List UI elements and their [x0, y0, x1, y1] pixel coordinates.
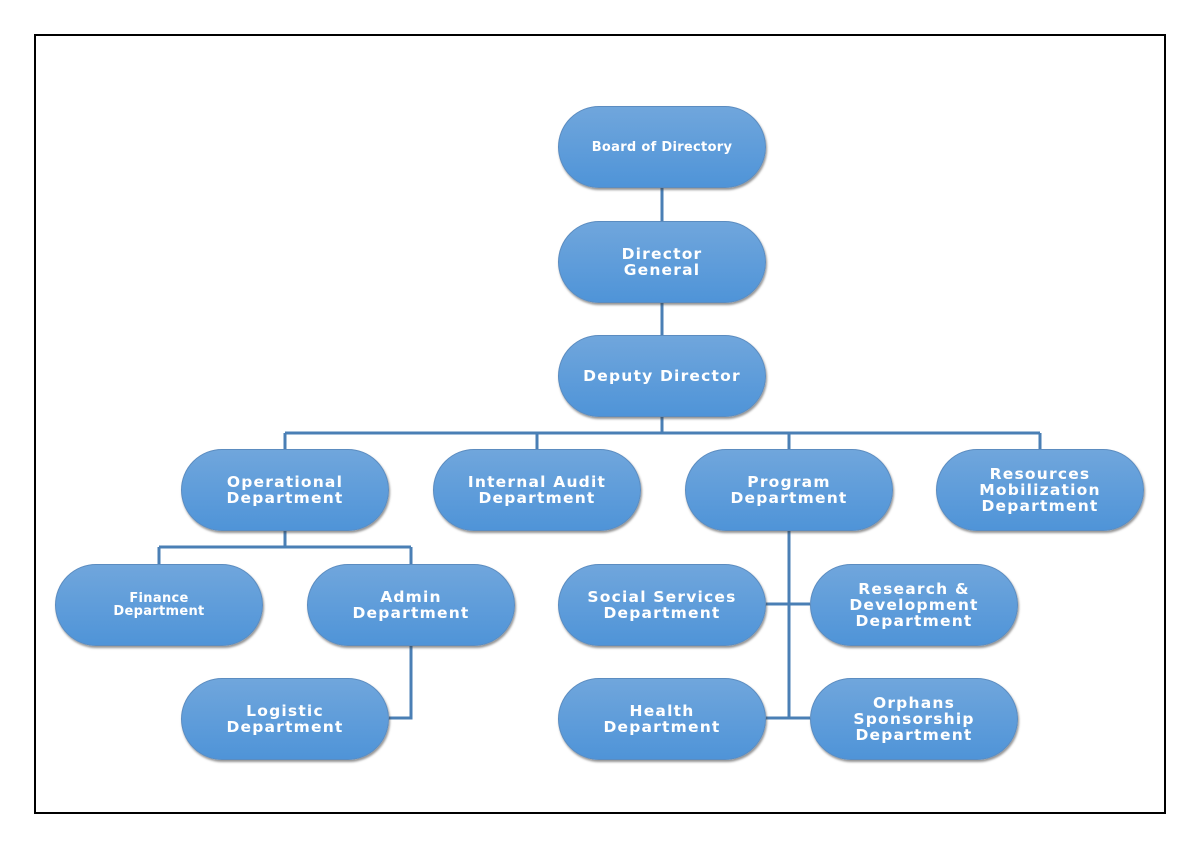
node-label: Deputy Director — [583, 367, 741, 385]
node-resources-mobilization-department: Resources Mobilization Department — [936, 449, 1144, 531]
node-program-department: Program Department — [685, 449, 893, 531]
node-research-development-department: Research & Development Department — [810, 564, 1018, 646]
node-label: Orphans Sponsorship Department — [853, 694, 975, 744]
node-label: Operational Department — [226, 473, 344, 507]
node-label: Research & Development Department — [849, 580, 979, 630]
node-label: Finance Department — [113, 591, 205, 619]
node-logistic-department: Logistic Department — [181, 678, 389, 760]
node-operational-department: Operational Department — [181, 449, 389, 531]
node-label: Director General — [621, 245, 703, 279]
node-social-services-department: Social Services Department — [558, 564, 766, 646]
node-label: Board of Directory — [591, 139, 733, 155]
connector-admin-logistic — [389, 646, 413, 720]
node-label: Resources Mobilization Department — [979, 465, 1101, 515]
node-label: Admin Department — [352, 588, 470, 622]
node-internal-audit-department: Internal Audit Department — [433, 449, 641, 531]
node-orphans-sponsorship-department: Orphans Sponsorship Department — [810, 678, 1018, 760]
node-board-of-directory: Board of Directory — [558, 106, 766, 188]
node-label: Health Department — [603, 702, 721, 736]
node-label: Logistic Department — [226, 702, 344, 736]
node-label: Internal Audit Department — [467, 473, 607, 507]
node-deputy-director: Deputy Director — [558, 335, 766, 417]
node-health-department: Health Department — [558, 678, 766, 760]
node-finance-department: Finance Department — [55, 564, 263, 646]
node-admin-department: Admin Department — [307, 564, 515, 646]
node-label: Program Department — [730, 473, 848, 507]
node-label: Social Services Department — [587, 588, 737, 622]
node-director-general: Director General — [558, 221, 766, 303]
